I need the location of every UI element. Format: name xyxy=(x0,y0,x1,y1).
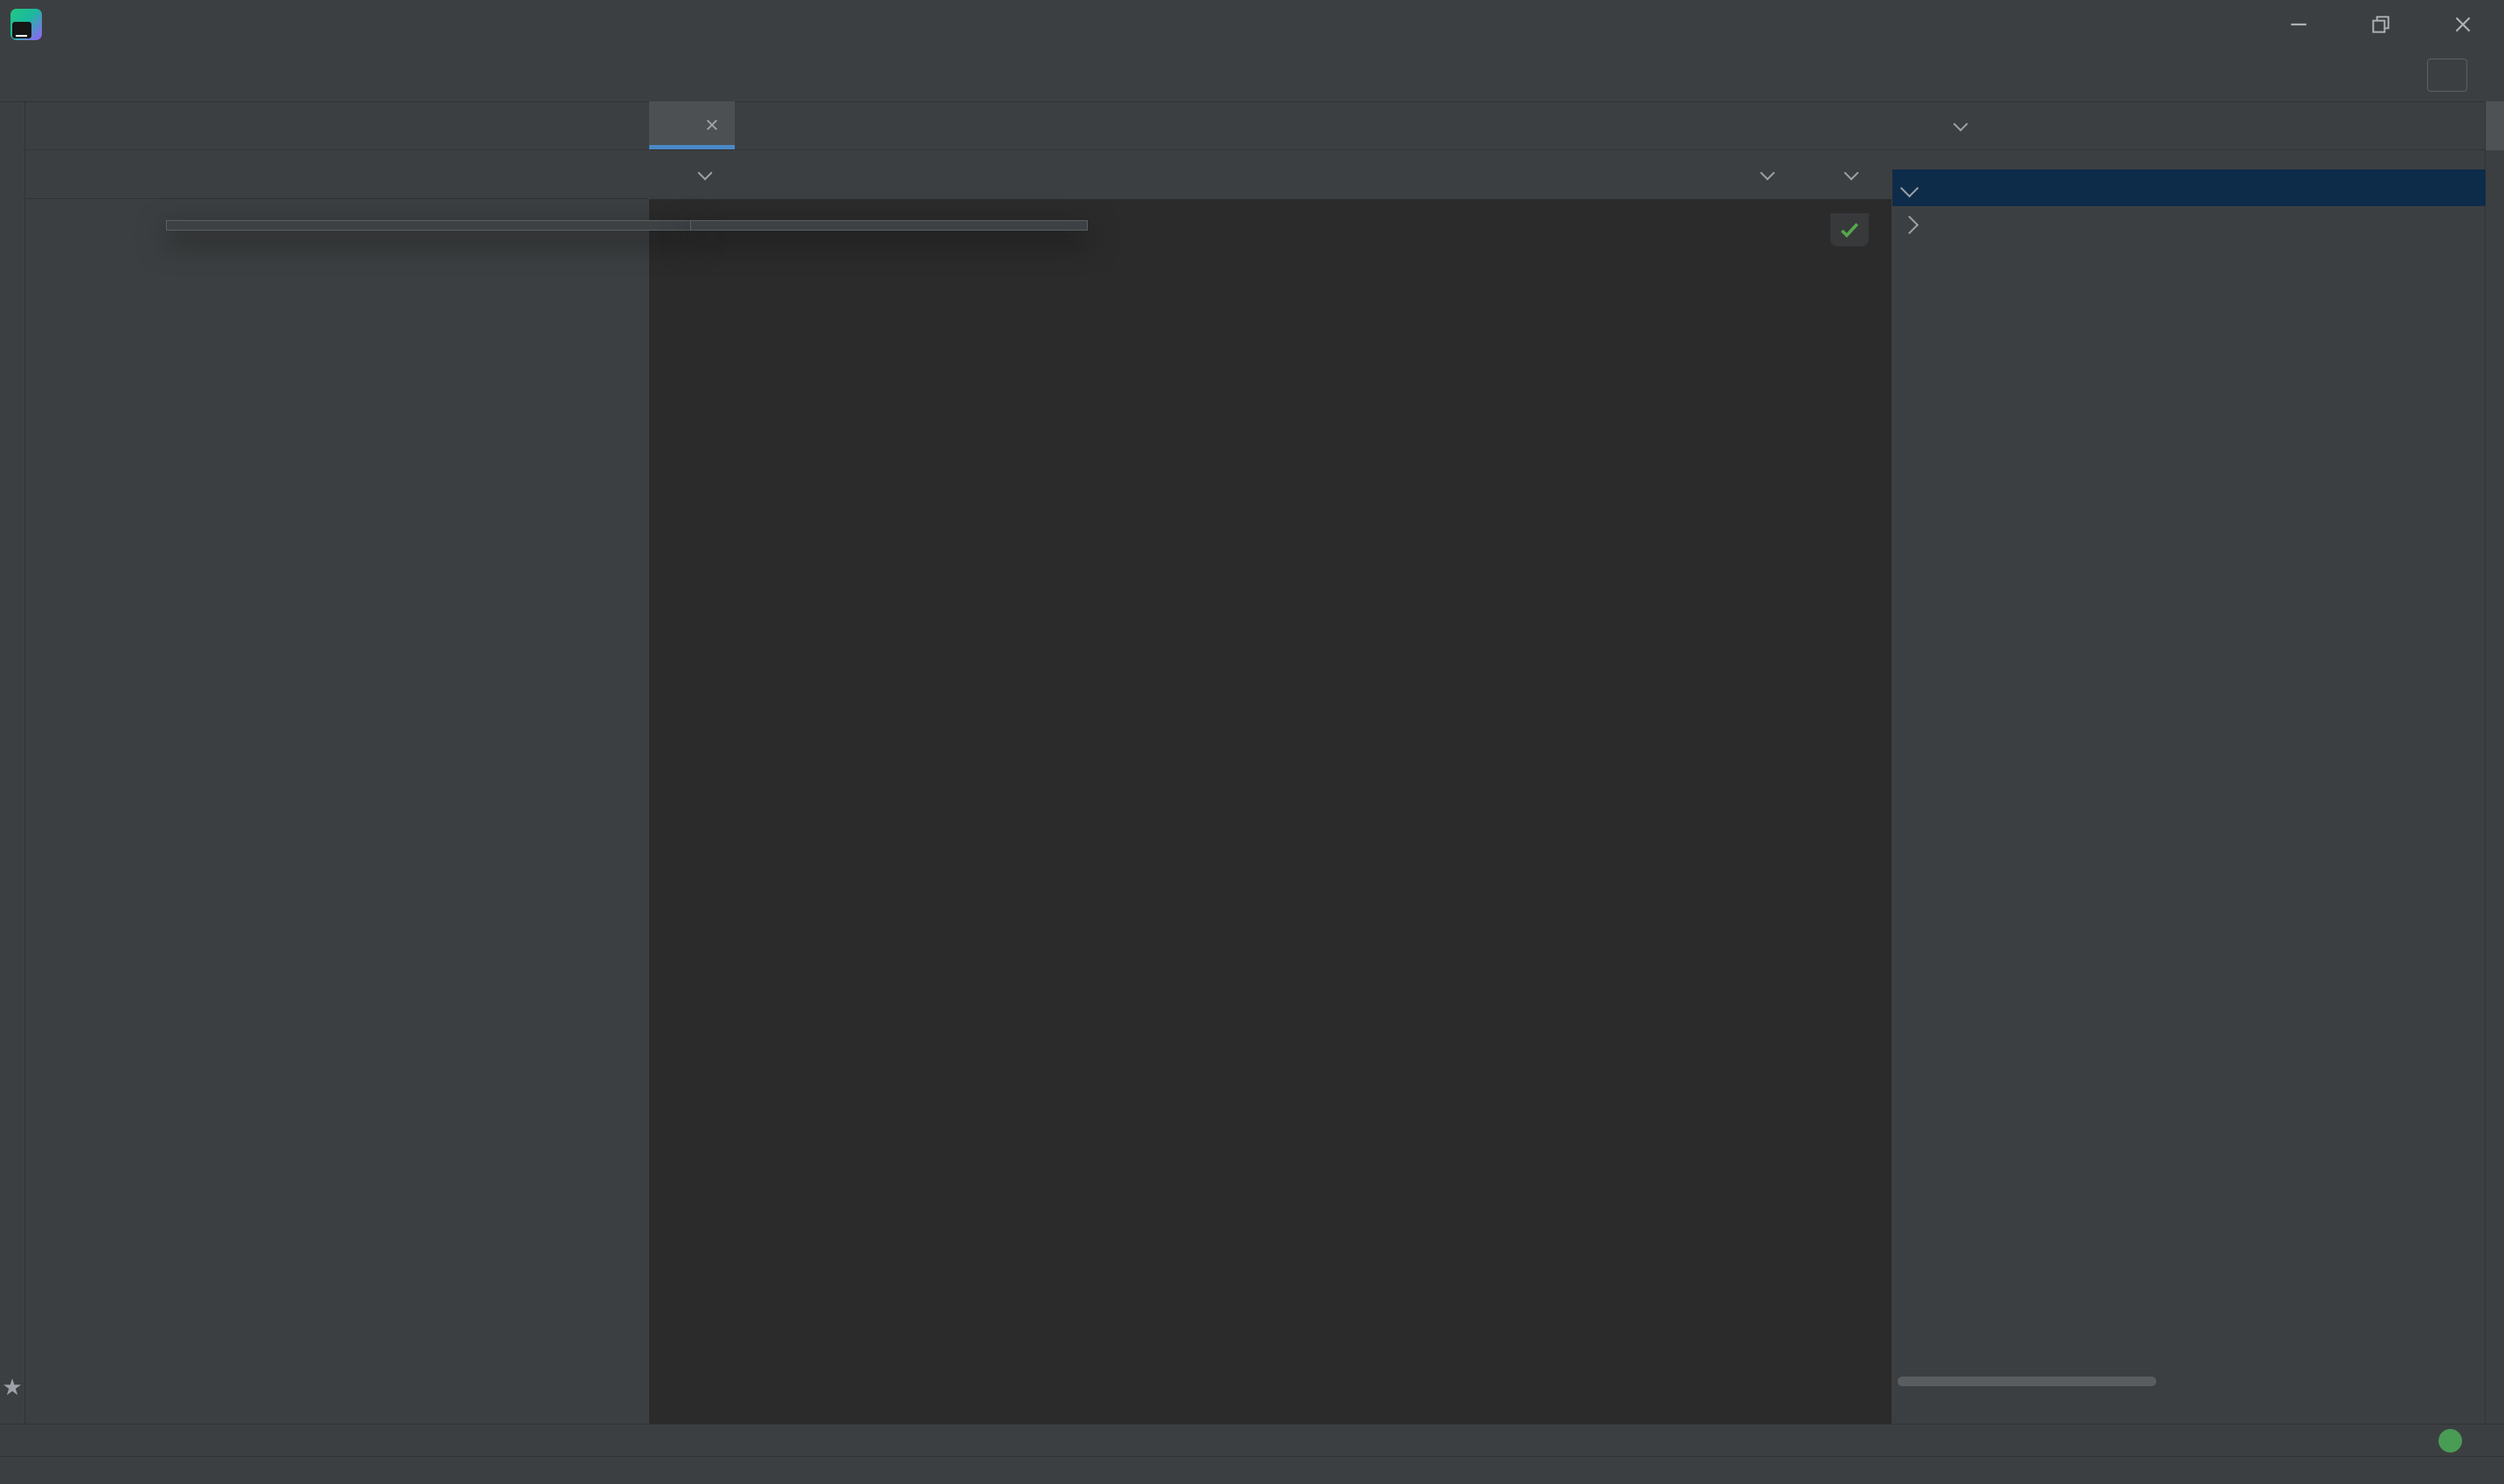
schema-icon xyxy=(1722,163,1745,186)
tab-console[interactable]: × xyxy=(649,101,735,149)
chevron-down-icon[interactable] xyxy=(1900,178,1919,197)
tree-row-scratches[interactable] xyxy=(1892,206,2486,243)
restore-button[interactable] xyxy=(2340,0,2422,48)
event-count-badge xyxy=(2438,1429,2462,1453)
tree-row-project[interactable] xyxy=(1892,169,2486,206)
files-panel xyxy=(1892,101,2486,1424)
close-button[interactable] xyxy=(2422,0,2504,48)
editor-area: × xyxy=(649,101,1892,1424)
star-icon: ★ xyxy=(2,1374,22,1401)
schema-selector[interactable] xyxy=(1722,163,1773,186)
chevron-right-icon[interactable] xyxy=(1900,215,1919,233)
structure-stripe-icon xyxy=(2485,1359,2504,1380)
new-submenu xyxy=(690,220,1088,231)
horizontal-scrollbar[interactable] xyxy=(1898,1377,2156,1386)
chevron-down-icon xyxy=(1844,166,1859,181)
check-icon xyxy=(1838,218,1861,241)
minimize-icon xyxy=(2287,13,2310,36)
todo-list-icon xyxy=(105,1430,126,1451)
run-toolbar xyxy=(2427,59,2492,92)
database-stripe-icon xyxy=(2,115,23,136)
files-panel-icon xyxy=(1906,113,1933,139)
inspection-status-widget[interactable] xyxy=(1830,213,1869,246)
console-selector[interactable] xyxy=(1806,163,1857,186)
title-bar xyxy=(0,0,2504,48)
stripe-favorites[interactable]: ★ xyxy=(0,1365,24,1401)
problems-button[interactable] xyxy=(182,1430,213,1451)
right-tool-window-stripe xyxy=(2485,101,2504,1424)
lock-icon[interactable] xyxy=(2469,1460,2490,1481)
database-panel-header xyxy=(25,101,648,150)
left-tool-window-stripe: ★ xyxy=(0,101,25,1424)
tx-mode-selector[interactable] xyxy=(691,171,710,178)
problems-icon xyxy=(182,1430,203,1451)
stripe-files[interactable] xyxy=(2486,101,2504,150)
window-controls xyxy=(2258,0,2504,48)
files-tree xyxy=(1892,150,2486,243)
event-log-button[interactable] xyxy=(2438,1429,2473,1453)
files-stripe-icon xyxy=(2485,108,2504,129)
mysql-icon xyxy=(661,114,684,137)
restore-icon xyxy=(2369,13,2392,36)
add-configuration-button[interactable] xyxy=(2427,59,2467,92)
console-toolbar xyxy=(649,150,1892,200)
tool-window-layout-icon[interactable] xyxy=(19,1460,40,1481)
chevron-down-icon xyxy=(1760,166,1775,181)
files-panel-header xyxy=(1892,101,2486,150)
status-bar xyxy=(0,1456,2504,1484)
database-toolbar xyxy=(25,150,648,199)
app-window: ★ × xyxy=(0,0,2504,1484)
todo-button[interactable] xyxy=(105,1430,136,1451)
logo-text xyxy=(12,22,31,38)
folder-icon xyxy=(1928,175,1954,201)
close-tab-icon[interactable]: × xyxy=(705,114,719,137)
datagrip-logo-icon xyxy=(10,9,42,40)
scratches-icon xyxy=(1928,211,1954,238)
close-icon xyxy=(2452,13,2474,36)
bottom-tool-window-bar xyxy=(0,1424,2504,1456)
chevron-down-icon xyxy=(698,166,713,181)
editor-tab-bar: × xyxy=(649,101,1892,150)
navigation-bar xyxy=(0,48,2504,102)
database-panel xyxy=(25,101,648,1424)
context-menu xyxy=(166,220,694,231)
plug-icon xyxy=(1806,163,1829,186)
minimize-button[interactable] xyxy=(2258,0,2340,48)
chevron-down-icon[interactable] xyxy=(1954,116,1968,131)
editor-body[interactable] xyxy=(649,199,1892,1424)
stripe-structure[interactable] xyxy=(2486,1359,2504,1389)
stripe-database[interactable] xyxy=(0,107,24,136)
